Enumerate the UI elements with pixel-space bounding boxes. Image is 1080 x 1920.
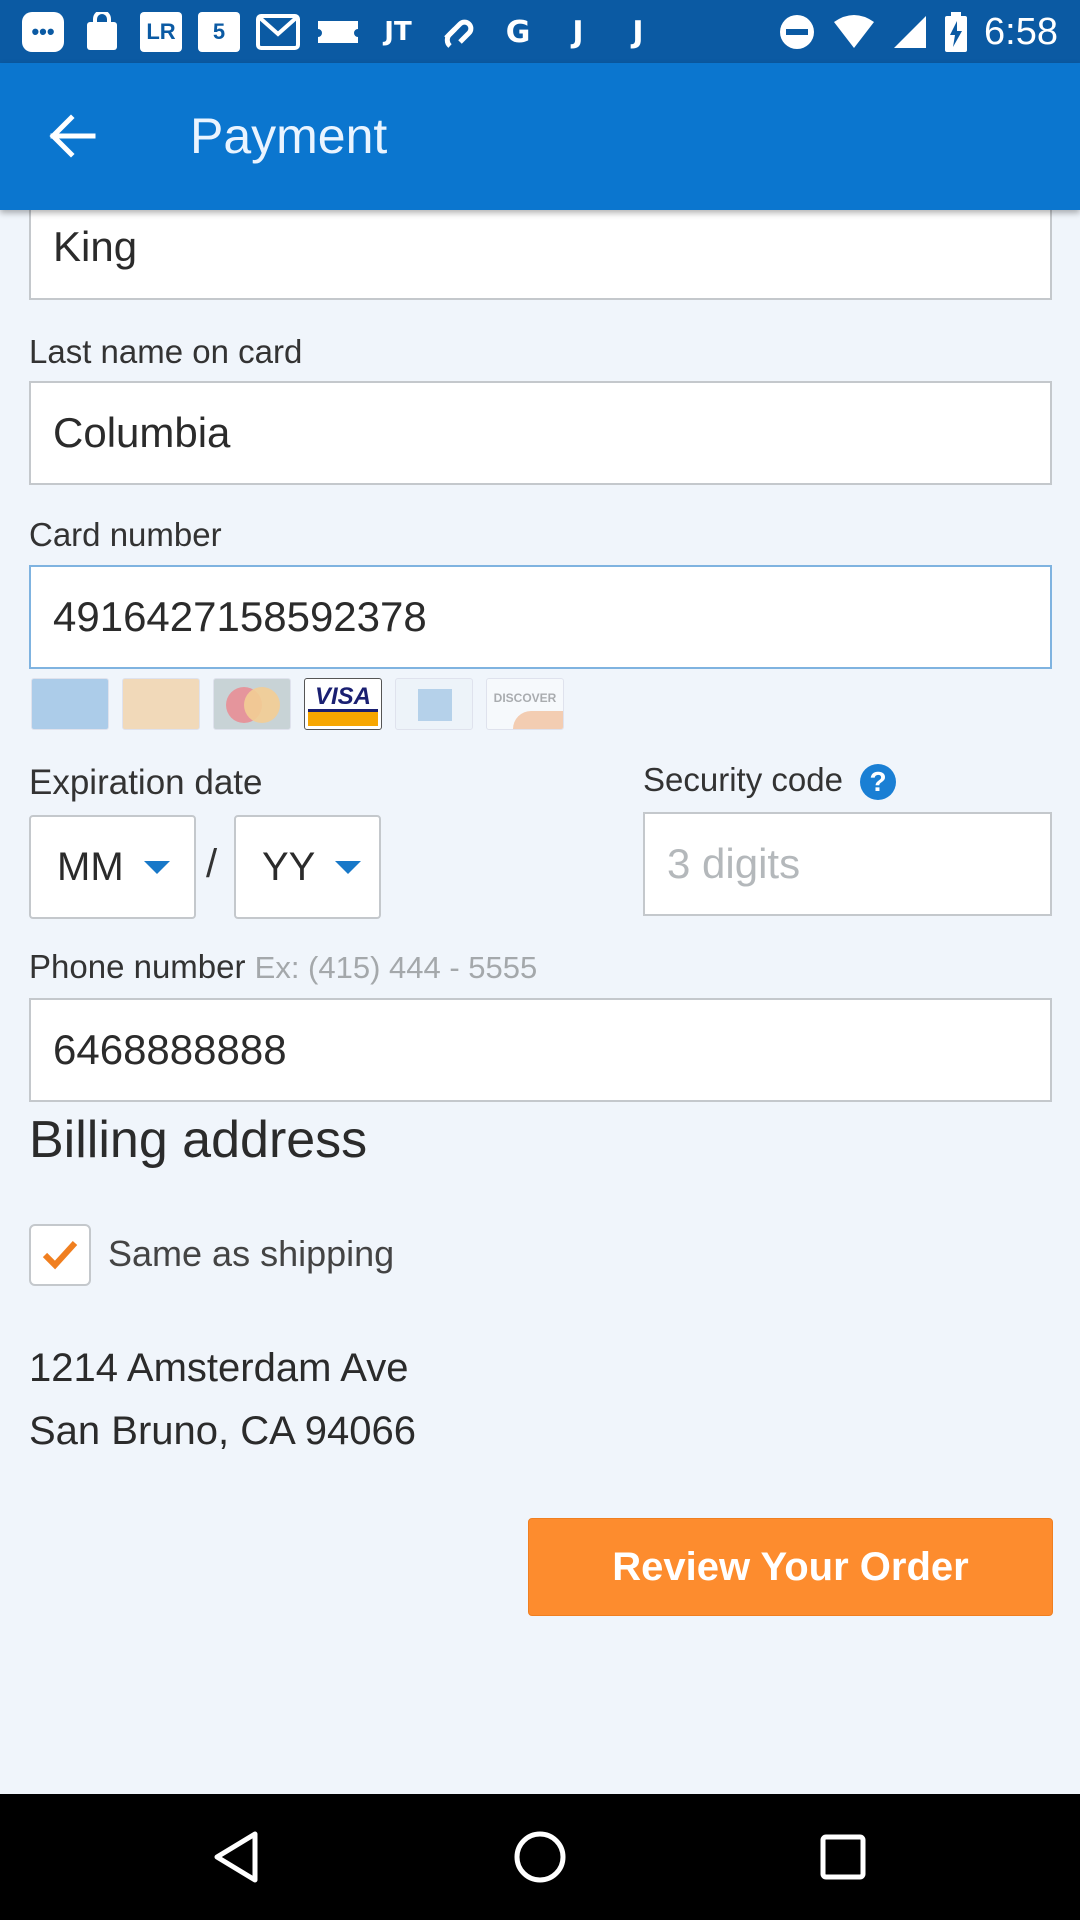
review-order-button[interactable]: Review Your Order: [528, 1518, 1053, 1616]
address-line-2: San Bruno, CA 94066: [29, 1409, 416, 1453]
signal-icon: [894, 16, 927, 48]
month-select[interactable]: MM: [29, 815, 196, 919]
phone-value: 6468888888: [53, 1026, 287, 1073]
wifi-icon: [834, 15, 875, 48]
year-value: YY: [262, 844, 316, 889]
security-code-label-text: Security code: [643, 761, 843, 798]
lr-icon: LR: [140, 12, 182, 52]
nav-home-button[interactable]: [507, 1824, 573, 1890]
jt-icon: JT: [384, 17, 412, 47]
first-name-value: King: [53, 223, 138, 270]
five-icon: 5: [198, 12, 240, 52]
card-logos: VISA DISCOVER: [31, 678, 564, 730]
discover-text: DISCOVER: [493, 691, 557, 705]
status-bar: ••• LR 5 JT G J J 6:58: [0, 0, 1080, 63]
j-icon: J: [572, 14, 584, 50]
checkmark-icon: [42, 1240, 78, 1270]
navigation-bar: [0, 1794, 1080, 1920]
do-not-disturb-icon: [780, 15, 815, 49]
nav-back-button[interactable]: [203, 1824, 269, 1890]
card-generic-gold-icon: [122, 678, 200, 730]
notification-icons: ••• LR 5 JT G J J: [22, 10, 660, 54]
expiration-label: Expiration date: [29, 763, 263, 802]
security-code-placeholder: 3 digits: [667, 840, 801, 887]
discover-icon: DISCOVER: [486, 678, 564, 730]
security-code-field[interactable]: 3 digits: [643, 812, 1052, 916]
card-number-value: 4916427158592378: [53, 593, 427, 640]
back-button[interactable]: [40, 103, 106, 169]
circle-home-icon: [514, 1831, 566, 1883]
app-bar: Payment: [0, 63, 1080, 210]
chat-icon: •••: [22, 12, 64, 52]
card-number-field[interactable]: 4916427158592378: [29, 565, 1052, 669]
shopping-bag-icon: [80, 12, 124, 52]
card-generic-blue-icon: [31, 678, 109, 730]
mail-icon: [256, 12, 300, 52]
date-separator: /: [206, 842, 218, 886]
same-as-shipping-label[interactable]: Same as shipping: [108, 1233, 394, 1275]
first-name-field[interactable]: King: [29, 196, 1052, 300]
month-value: MM: [57, 844, 124, 889]
battery-charging-icon: [945, 12, 968, 52]
phone-label: Phone number Ex: (415) 444 - 5555: [29, 948, 537, 986]
last-name-label: Last name on card: [29, 333, 303, 370]
page-title: Payment: [190, 108, 388, 164]
phone-field[interactable]: 6468888888: [29, 998, 1052, 1102]
mastercard-icon: [213, 678, 291, 730]
arrow-left-icon: [49, 114, 96, 158]
phone-hint: Ex: (415) 444 - 5555: [254, 950, 538, 985]
help-icon[interactable]: ?: [860, 764, 897, 801]
triangle-back-icon: [214, 1831, 258, 1883]
j-icon: J: [632, 14, 644, 50]
chevron-down-icon: [143, 860, 170, 874]
square-recents-icon: [820, 1834, 866, 1880]
year-select[interactable]: YY: [234, 815, 381, 919]
security-code-label: Security code ?: [643, 761, 897, 801]
last-name-value: Columbia: [53, 409, 231, 456]
g-icon: G: [505, 14, 531, 50]
system-icons: 6:58: [778, 8, 1058, 56]
last-name-field[interactable]: Columbia: [29, 381, 1052, 485]
card-number-label: Card number: [29, 516, 222, 553]
clock: 6:58: [984, 10, 1058, 53]
billing-address-title: Billing address: [29, 1111, 368, 1169]
address-line-1: 1214 Amsterdam Ave: [29, 1346, 409, 1390]
visa-icon: VISA: [304, 678, 382, 730]
same-as-shipping-checkbox[interactable]: [29, 1224, 91, 1286]
chevron-down-icon: [335, 860, 362, 874]
amex-icon: [395, 678, 473, 730]
nav-recents-button[interactable]: [810, 1824, 876, 1890]
phone-label-text: Phone number: [29, 948, 246, 985]
link-icon: [436, 12, 480, 52]
ticket-icon: [316, 12, 360, 52]
